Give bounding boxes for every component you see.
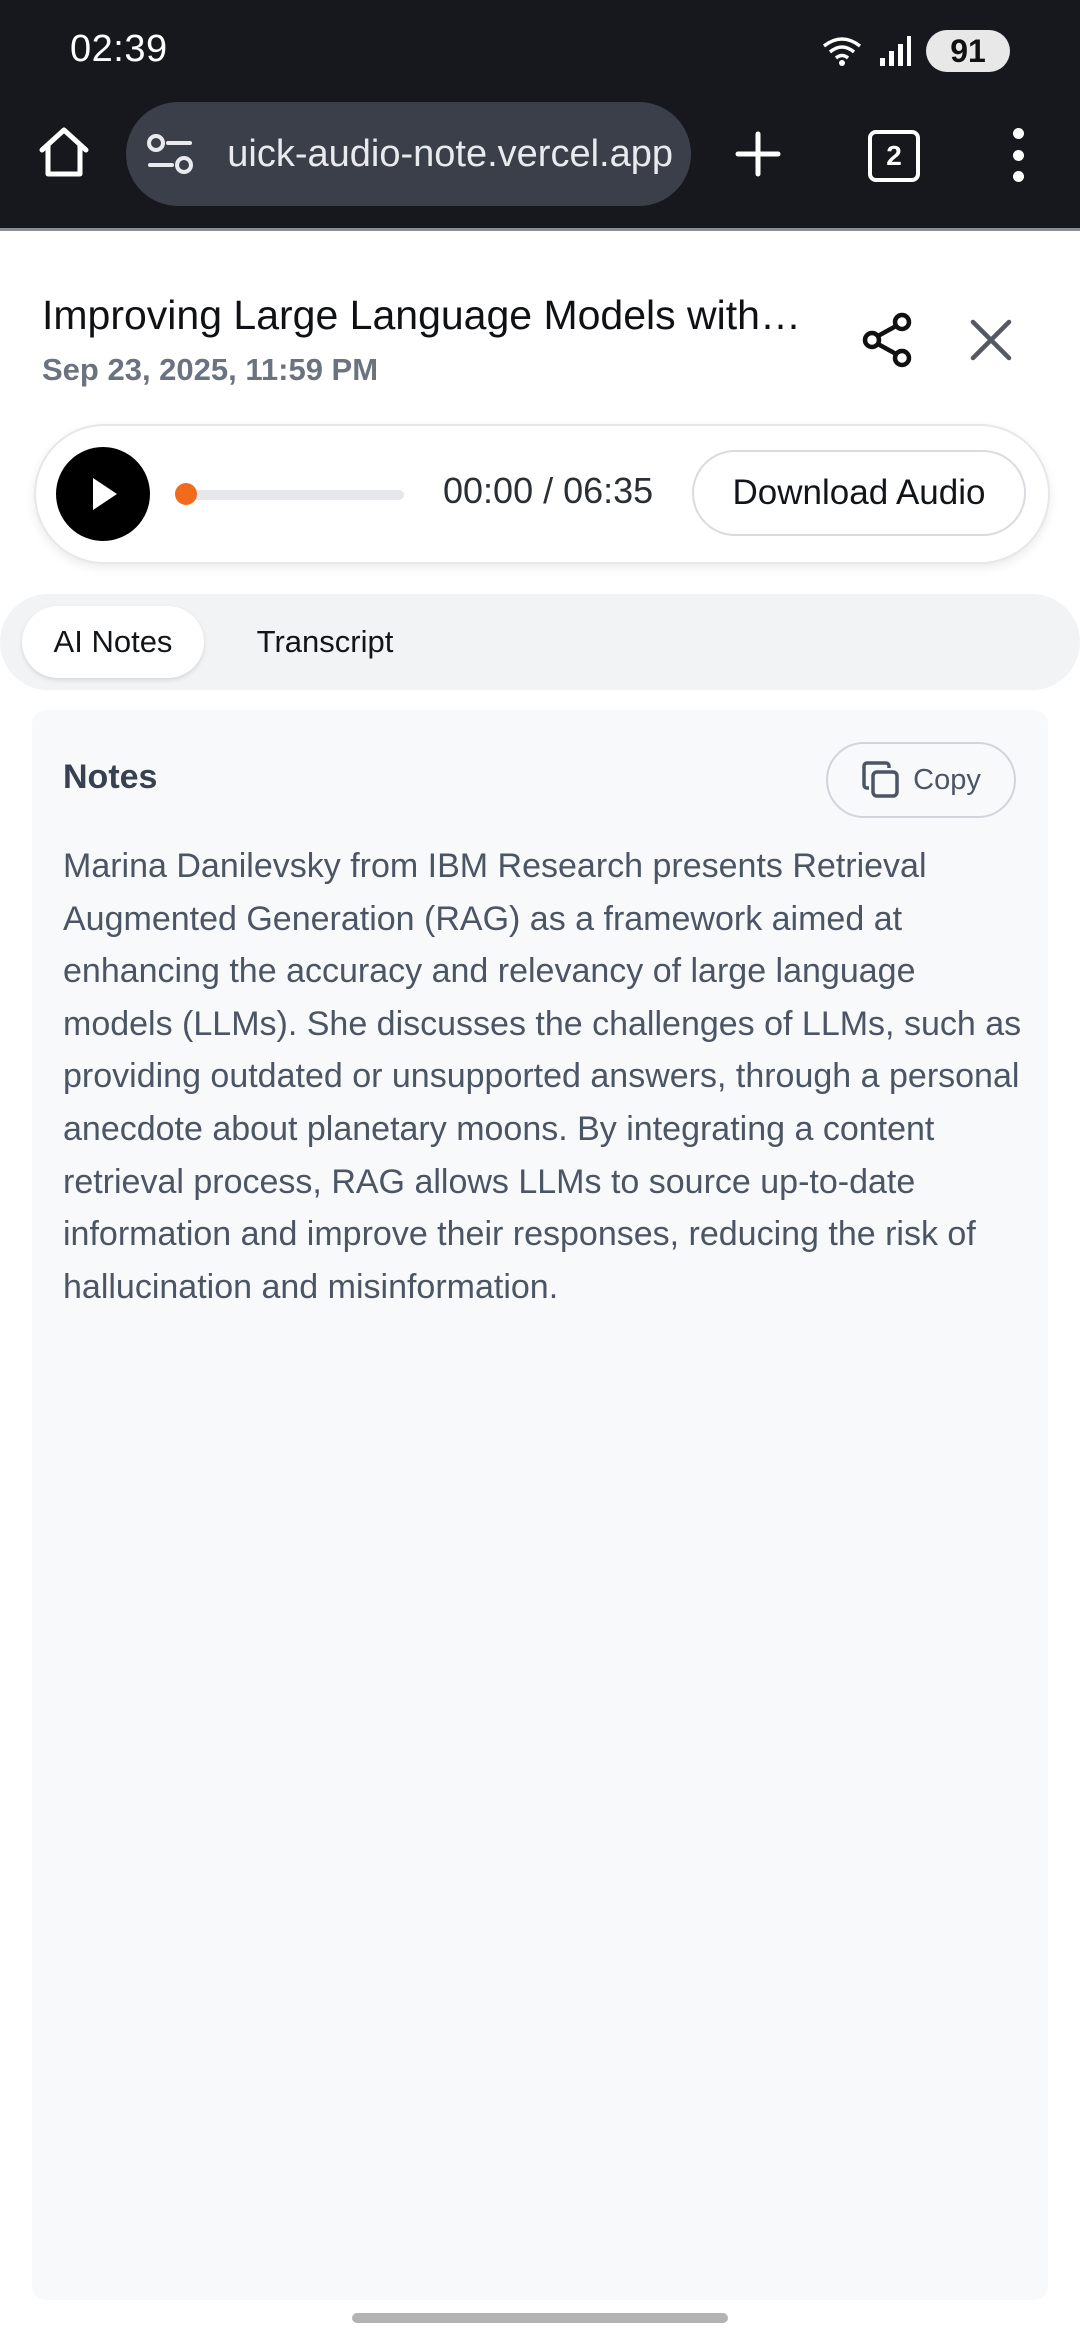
more-vert-icon[interactable]: [1000, 120, 1036, 190]
play-icon: [93, 478, 117, 510]
copy-icon: [862, 761, 899, 798]
battery-indicator: 91: [926, 30, 1010, 72]
recording-title: Improving Large Language Models with…: [42, 292, 801, 338]
progress-thumb[interactable]: [175, 483, 197, 505]
tab-switcher-button[interactable]: 2: [868, 130, 920, 182]
tab-ai-notes[interactable]: AI Notes: [22, 606, 204, 678]
copy-button[interactable]: Copy: [826, 742, 1016, 818]
audio-player: 00:00 / 06:35 Download Audio: [34, 424, 1050, 564]
status-time: 02:39: [70, 28, 168, 70]
recording-date: Sep 23, 2025, 11:59 PM: [42, 352, 379, 387]
play-button[interactable]: [56, 447, 150, 541]
address-bar[interactable]: uick-audio-note.vercel.app: [126, 102, 691, 206]
download-audio-button[interactable]: Download Audio: [692, 450, 1026, 536]
notes-heading: Notes: [63, 758, 158, 796]
new-tab-button[interactable]: [722, 118, 794, 190]
chrome-divider: [0, 228, 1080, 231]
close-icon[interactable]: [963, 312, 1019, 368]
tab-transcript[interactable]: Transcript: [228, 606, 422, 678]
playback-time: 00:00 / 06:35: [443, 470, 654, 511]
home-icon: [39, 127, 89, 177]
site-settings-icon[interactable]: [146, 132, 194, 176]
notes-body: Marina Danilevsky from IBM Research pres…: [63, 847, 1022, 1306]
plus-icon: [735, 131, 781, 177]
share-icon[interactable]: [858, 310, 918, 370]
copy-label: Copy: [913, 763, 981, 796]
url-text: uick-audio-note.vercel.app: [227, 132, 673, 175]
wifi-icon: [822, 37, 862, 66]
home-button[interactable]: [30, 118, 98, 186]
notes-panel: Notes Copy Marina Danilevsky from IBM Re…: [32, 710, 1048, 2300]
status-icons: 91: [820, 30, 1010, 72]
signal-icon: [880, 36, 911, 66]
view-tabs: AI Notes Transcript: [0, 594, 1080, 690]
gesture-bar[interactable]: [352, 2313, 728, 2323]
progress-track[interactable]: [186, 490, 404, 500]
browser-chrome: 02:39 91 uick-audio-note.vercel.app 2: [0, 0, 1080, 231]
